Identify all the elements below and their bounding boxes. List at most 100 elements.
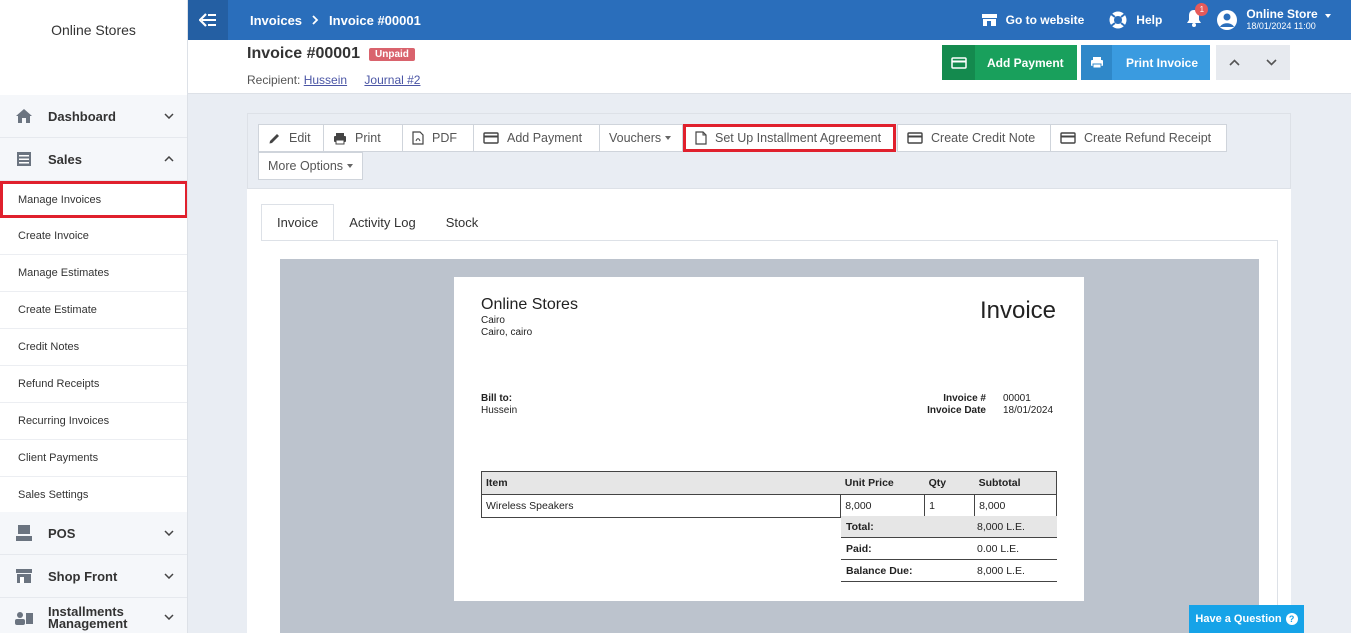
sidebar-item-credit-notes[interactable]: Credit Notes [0, 329, 187, 366]
chevron-right-icon [312, 13, 319, 28]
help-link[interactable]: Help [1108, 10, 1162, 30]
have-a-question-button[interactable]: Have a Question ? [1189, 605, 1304, 633]
paid-row: Paid: 0.00 L.E. [841, 538, 1057, 560]
invoice-tabs: Invoice Activity Log Stock [261, 204, 493, 241]
sidebar-group-pos[interactable]: POS [0, 512, 187, 555]
breadcrumb-invoices[interactable]: Invoices [250, 13, 302, 28]
installments-icon [14, 609, 34, 627]
user-menu[interactable]: Online Store 18/01/2024 11:00 [1216, 8, 1331, 32]
recipient-link[interactable]: Hussein [304, 73, 347, 87]
column-header: Subtotal [974, 471, 1057, 495]
credit-note-label: Create Credit Note [931, 131, 1036, 145]
sidebar-group-label: Installments Management [48, 603, 128, 631]
home-icon [14, 107, 34, 125]
create-refund-receipt-button[interactable]: Create Refund Receipt [1050, 124, 1227, 152]
bill-to-name: Hussein [481, 405, 518, 416]
item-name: Wireless Speakers [480, 494, 842, 518]
create-credit-note-button[interactable]: Create Credit Note [897, 124, 1051, 152]
document-icon [695, 131, 707, 145]
list-icon [14, 150, 34, 168]
total-row: Total: 8,000 L.E. [841, 516, 1057, 538]
item-unit-price: 8,000 [840, 494, 926, 518]
credit-card-icon [907, 132, 923, 144]
website-icon [981, 14, 997, 26]
vouchers-label: Vouchers [609, 131, 662, 145]
column-header: Unit Price [840, 471, 925, 495]
tab-invoice[interactable]: Invoice [261, 204, 335, 241]
invoice-number-value: 00001 [1003, 393, 1031, 404]
sidebar-group-label: POS [48, 525, 76, 541]
more-options-dropdown[interactable]: More Options [258, 152, 363, 180]
more-options-label: More Options [268, 159, 344, 173]
menu-toggle-button[interactable] [188, 0, 228, 40]
question-icon: ? [1285, 613, 1298, 625]
sidebar-item-sales-settings[interactable]: Sales Settings [0, 477, 187, 514]
chevron-down-icon [164, 571, 174, 582]
help-label: Help [1136, 13, 1163, 27]
notifications-button[interactable]: 1 [1186, 2, 1209, 32]
sidebar-group-installments[interactable]: Installments Management [0, 598, 187, 633]
chevron-down-icon [164, 612, 174, 623]
balance-due-row: Balance Due: 8,000 L.E. [841, 560, 1057, 582]
printer-icon [334, 132, 346, 144]
sidebar-item-recurring-invoices[interactable]: Recurring Invoices [0, 403, 187, 440]
sidebar: Online Stores Dashboard Sales Manage Inv… [0, 0, 188, 633]
installment-label: Set Up Installment Agreement [715, 131, 882, 145]
sidebar-item-create-invoice[interactable]: Create Invoice [0, 218, 187, 255]
edit-button[interactable]: Edit [258, 124, 324, 152]
go-to-website-label: Go to website [1005, 13, 1085, 27]
toolbar-add-payment-button[interactable]: Add Payment [473, 124, 600, 152]
sidebar-item-client-payments[interactable]: Client Payments [0, 440, 187, 477]
sidebar-group-sales[interactable]: Sales [0, 138, 187, 181]
pos-icon [14, 524, 34, 542]
sidebar-group-dashboard[interactable]: Dashboard [0, 95, 187, 138]
add-payment-label: Add Payment [987, 55, 1064, 70]
recipient-info: Recipient: Hussein Journal #2 [247, 73, 420, 87]
add-payment-button[interactable]: Add Payment [942, 45, 1077, 80]
recipient-label: Recipient: [247, 73, 301, 87]
vouchers-dropdown[interactable]: Vouchers [599, 124, 683, 152]
balance-due-value: 8,000 L.E. [977, 564, 1025, 577]
sidebar-group-shop-front[interactable]: Shop Front [0, 555, 187, 598]
sidebar-item-manage-invoices[interactable]: Manage Invoices [0, 181, 187, 218]
pdf-button[interactable]: PDF [402, 124, 474, 152]
have-a-question-label: Have a Question [1195, 613, 1282, 625]
pencil-icon [269, 133, 279, 143]
invoice-preview: Online Stores Cairo Cairo, cairo Invoice… [280, 259, 1259, 633]
chevron-down-icon [164, 111, 174, 122]
sidebar-item-create-estimate[interactable]: Create Estimate [0, 292, 187, 329]
column-header: Item [480, 471, 841, 495]
total-value: 8,000 L.E. [977, 520, 1025, 533]
store-icon [14, 567, 34, 585]
bill-to-label: Bill to: [481, 393, 513, 404]
sidebar-item-refund-receipts[interactable]: Refund Receipts [0, 366, 187, 403]
invoice-date-label: Invoice Date [927, 405, 986, 416]
total-label: Total: [846, 520, 874, 533]
print-button[interactable]: Print [323, 124, 403, 152]
credit-card-icon [483, 132, 499, 144]
items-table: Item Unit Price Qty Subtotal Wireless Sp… [480, 471, 1057, 518]
pdf-label: PDF [432, 131, 457, 145]
item-subtotal: 8,000 [974, 494, 1057, 518]
sidebar-group-label: Sales [48, 151, 82, 167]
user-avatar-icon [1217, 10, 1238, 30]
company-address-line: Cairo [481, 315, 505, 326]
sidebar-item-manage-estimates[interactable]: Manage Estimates [0, 255, 187, 292]
company-name: Online Stores [481, 296, 578, 313]
sidebar-group-label: Shop Front [48, 568, 118, 584]
breadcrumb-current: Invoice #00001 [329, 12, 421, 28]
print-invoice-button[interactable]: Print Invoice [1081, 45, 1210, 80]
print-label: Print [355, 131, 381, 145]
journal-link[interactable]: Journal #2 [364, 73, 420, 87]
tab-border [1277, 240, 1278, 633]
setup-installment-agreement-button[interactable]: Set Up Installment Agreement [683, 124, 896, 152]
tab-stock[interactable]: Stock [431, 204, 494, 241]
previous-invoice-button[interactable] [1216, 45, 1253, 80]
tab-activity-log[interactable]: Activity Log [334, 204, 430, 241]
edit-label: Edit [289, 131, 311, 145]
credit-card-icon [1060, 132, 1076, 144]
notification-count-badge: 1 [1195, 2, 1209, 16]
printer-icon [1081, 45, 1112, 80]
go-to-website-link[interactable]: Go to website [981, 13, 1085, 27]
next-invoice-button[interactable] [1253, 45, 1290, 80]
